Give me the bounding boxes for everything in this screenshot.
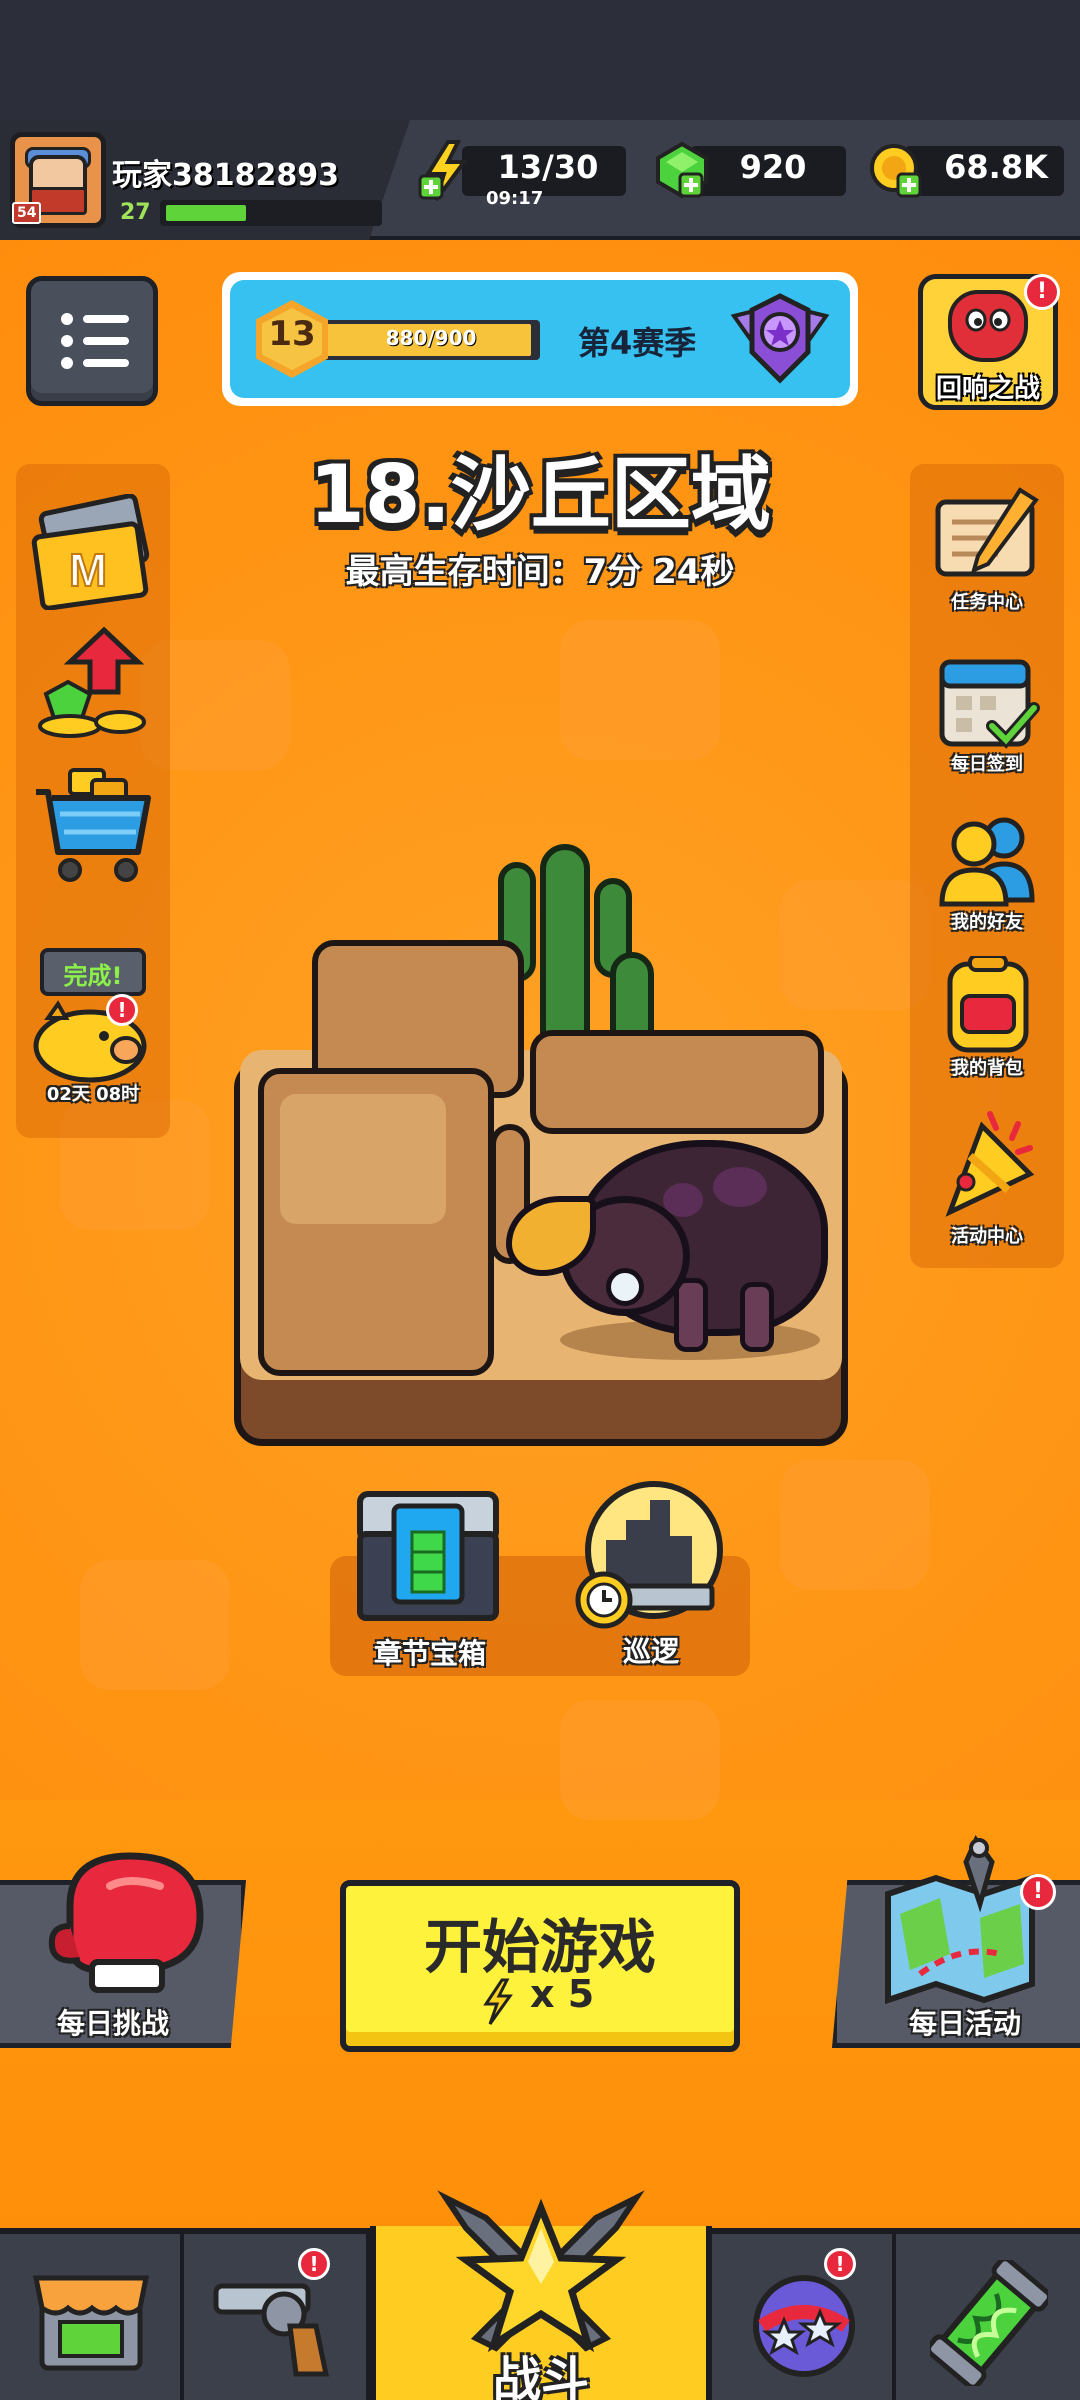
boxing-glove-icon xyxy=(48,1852,204,1993)
energy-value: 13/30 xyxy=(497,148,599,186)
status-area xyxy=(0,0,1080,120)
shop-stall-icon xyxy=(32,2275,150,2371)
bg-pattern xyxy=(780,1460,930,1590)
monthly-card-icon[interactable]: M xyxy=(30,494,156,610)
patrol-icon xyxy=(575,1481,723,1629)
piggy-timer: 02天 08时 xyxy=(46,1084,140,1105)
patrol-label: 巡逻 xyxy=(622,1635,679,1668)
scroll-quill-icon xyxy=(935,487,1039,577)
friends-icon xyxy=(939,817,1035,907)
event-center-button[interactable]: 活动中心 xyxy=(910,1104,1064,1254)
tab-evolution[interactable] xyxy=(896,2234,1080,2400)
beetle-leg xyxy=(740,1282,774,1352)
friends-button[interactable]: 我的好友 xyxy=(910,808,1064,938)
menu-icon xyxy=(83,315,129,323)
piggy-alert-badge: ! xyxy=(106,994,138,1026)
weapons-alert-badge: ! xyxy=(298,2248,330,2280)
demon-eyes-icon xyxy=(965,308,1011,332)
menu-icon xyxy=(83,359,129,367)
season-level: 13 xyxy=(268,314,316,354)
beetle-eye xyxy=(606,1268,644,1306)
daily-event-label: 每日活动 xyxy=(908,2007,1021,2040)
shop-cart-icon[interactable] xyxy=(30,762,158,886)
coin-plus-icon[interactable] xyxy=(868,142,926,200)
backpack-button[interactable]: 我的背包 xyxy=(910,954,1064,1084)
growth-fund-icon[interactable] xyxy=(34,622,154,742)
bg-pattern xyxy=(560,1700,720,1820)
player-name: 玩家38182893 xyxy=(112,158,339,193)
daily-checkin-label: 每日签到 xyxy=(951,754,1023,775)
tab-shop[interactable] xyxy=(0,2234,184,2400)
chapter-chest-button[interactable]: 章节宝箱 xyxy=(350,1484,510,1674)
menu-button[interactable] xyxy=(26,276,158,406)
bg-pattern xyxy=(780,880,930,1010)
dna-capsule-icon xyxy=(930,2260,1048,2386)
menu-icon xyxy=(61,357,73,369)
quest-center-button[interactable]: 任务中心 xyxy=(910,486,1064,616)
chapter-chest-label: 章节宝箱 xyxy=(373,1637,486,1670)
daily-event-alert-badge: ! xyxy=(1020,1874,1056,1910)
echo-battle-alert-badge: ! xyxy=(1024,274,1060,310)
tab-battle-label: 战斗 xyxy=(492,2352,589,2400)
quest-center-label: 任务中心 xyxy=(951,592,1023,613)
talents-alert-badge: ! xyxy=(824,2248,856,2280)
treasure-map-icon xyxy=(885,1835,1035,2005)
daily-challenge-label: 每日挑战 xyxy=(56,2007,169,2040)
crossed-swords-star-icon xyxy=(437,2190,645,2353)
season-name: 第4赛季 xyxy=(578,324,697,362)
chapter-chest-icon xyxy=(357,1491,499,1621)
backpack-icon xyxy=(947,956,1029,1053)
menu-icon xyxy=(61,313,73,325)
coin-value: 68.8K xyxy=(944,148,1048,186)
calendar-check-icon xyxy=(939,659,1040,749)
daily-checkin-button[interactable]: 每日签到 xyxy=(910,648,1064,778)
beetle-spot xyxy=(713,1167,767,1207)
menu-icon xyxy=(83,337,129,345)
tab-talents[interactable]: ! xyxy=(712,2234,896,2400)
echo-battle-label: 回响之战 xyxy=(935,374,1040,404)
energy-timer: 09:17 xyxy=(486,188,544,209)
piggy-status: 完成! xyxy=(63,962,123,990)
rock-highlight xyxy=(280,1094,446,1224)
energy-cost-icon xyxy=(483,1978,513,2025)
backpack-label: 我的背包 xyxy=(951,1058,1023,1079)
season-emblem-icon xyxy=(730,293,830,384)
event-center-label: 活动中心 xyxy=(951,1226,1023,1247)
season-progress-text: 880/900 xyxy=(385,326,477,350)
friends-label: 我的好友 xyxy=(951,912,1023,933)
start-game-cost: x 5 xyxy=(530,1972,595,2016)
party-horn-icon xyxy=(945,1111,1035,1217)
gem-value: 920 xyxy=(739,148,807,186)
talent-orb-icon xyxy=(753,2275,855,2377)
svg-text:M: M xyxy=(69,544,107,596)
avatar-badge: 54 xyxy=(12,202,42,224)
xp-bar-fill xyxy=(166,205,246,221)
rock-ledge xyxy=(530,1030,824,1134)
revolver-icon xyxy=(213,2283,330,2377)
energy-plus-icon[interactable] xyxy=(418,140,474,202)
tab-weapons[interactable]: ! xyxy=(184,2234,370,2400)
patrol-button[interactable]: 巡逻 xyxy=(566,1480,736,1674)
bg-pattern xyxy=(80,1560,230,1690)
bg-pattern xyxy=(560,620,720,760)
player-level: 27 xyxy=(120,200,151,225)
menu-icon xyxy=(61,335,73,347)
